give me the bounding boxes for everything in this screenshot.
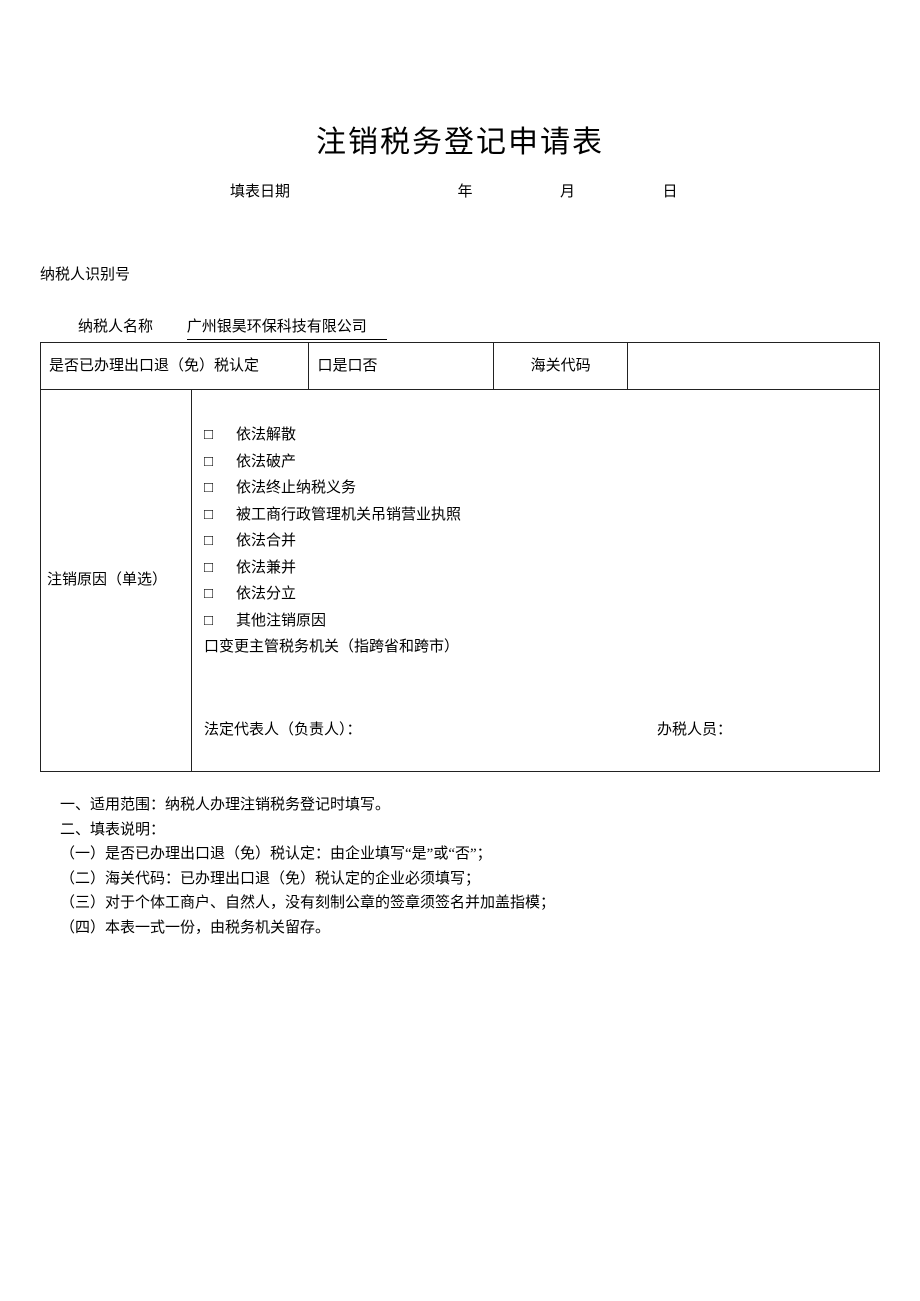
note-line: 一、适用范围：纳税人办理注销税务登记时填写。 — [60, 794, 880, 817]
cancel-reason-label: 注销原因（单选） — [41, 390, 192, 772]
note-line: （二）海关代码：已办理出口退（免）税认定的企业必须填写； — [60, 868, 880, 891]
form-table: 是否已办理出口退（免）税认定 口是口否 海关代码 注销原因（单选） □依法解散□… — [40, 342, 880, 773]
page-title: 注销税务登记申请表 — [40, 120, 880, 165]
table-row: 是否已办理出口退（免）税认定 口是口否 海关代码 — [41, 342, 880, 390]
reason-text: 依法兼并 — [236, 560, 296, 576]
fill-date-row: 填表日期 年 月 日 — [40, 181, 880, 204]
form-notes: 一、适用范围：纳税人办理注销税务登记时填写。二、填表说明：（一）是否已办理出口退… — [40, 794, 880, 939]
cancel-reason-options: □依法解散□依法破产□依法终止纳税义务□被工商行政管理机关吊销营业执照□依法合并… — [192, 390, 880, 772]
reason-option[interactable]: □依法分立 — [204, 583, 867, 606]
reason-text: 依法合并 — [236, 533, 296, 549]
year-label: 年 — [458, 181, 473, 204]
note-line: （三）对于个体工商户、自然人，没有刻制公章的签章须签名并加盖指模； — [60, 892, 880, 915]
note-line: （四）本表一式一份，由税务机关留存。 — [60, 917, 880, 940]
reason-option[interactable]: □依法合并 — [204, 530, 867, 553]
reason-option[interactable]: □被工商行政管理机关吊销营业执照 — [204, 504, 867, 527]
reason-text: 被工商行政管理机关吊销营业执照 — [236, 507, 461, 523]
checkbox-icon[interactable]: □ — [204, 610, 236, 633]
checkbox-icon[interactable]: □ — [204, 477, 236, 500]
day-label: 日 — [663, 181, 678, 204]
customs-code-label: 海关代码 — [494, 342, 628, 390]
fill-date-label: 填表日期 — [230, 181, 290, 204]
reason-option[interactable]: □依法终止纳税义务 — [204, 477, 867, 500]
reason-text: 依法破产 — [236, 454, 296, 470]
export-exempt-value[interactable]: 口是口否 — [309, 342, 494, 390]
reason-text: 其他注销原因 — [236, 613, 326, 629]
legal-rep-signature-label: 法定代表人（负责人）： — [204, 719, 657, 742]
reason-text: 依法分立 — [236, 586, 296, 602]
note-line: （一）是否已办理出口退（免）税认定：由企业填写“是”或“否”； — [60, 843, 880, 866]
taxpayer-id-label: 纳税人识别号 — [40, 267, 130, 283]
checkbox-icon[interactable]: □ — [204, 451, 236, 474]
taxpayer-name-value[interactable]: 广州银昊环保科技有限公司 — [187, 316, 387, 340]
reason-text: 依法解散 — [236, 427, 296, 443]
export-exempt-label: 是否已办理出口退（免）税认定 — [41, 342, 309, 390]
checkbox-icon[interactable]: □ — [204, 557, 236, 580]
month-label: 月 — [560, 181, 575, 204]
checkbox-icon[interactable]: □ — [204, 504, 236, 527]
reason-option[interactable]: □依法兼并 — [204, 557, 867, 580]
checkbox-icon[interactable]: □ — [204, 583, 236, 606]
table-row: 注销原因（单选） □依法解散□依法破产□依法终止纳税义务□被工商行政管理机关吊销… — [41, 390, 880, 772]
reason-option[interactable]: □其他注销原因 — [204, 610, 867, 633]
checkbox-icon[interactable]: □ — [204, 530, 236, 553]
customs-code-value[interactable] — [628, 342, 880, 390]
taxpayer-name-row: 纳税人名称 广州银昊环保科技有限公司 — [40, 316, 880, 340]
taxpayer-name-label: 纳税人名称 — [78, 316, 153, 339]
reason-extra[interactable]: 口变更主管税务机关（指跨省和跨市） — [204, 636, 867, 659]
tax-officer-signature-label: 办税人员： — [657, 719, 867, 742]
taxpayer-id-row: 纳税人识别号 — [40, 264, 880, 287]
note-line: 二、填表说明： — [60, 819, 880, 842]
reason-option[interactable]: □依法解散 — [204, 424, 867, 447]
checkbox-icon[interactable]: □ — [204, 424, 236, 447]
reason-text: 依法终止纳税义务 — [236, 480, 356, 496]
reason-option[interactable]: □依法破产 — [204, 451, 867, 474]
